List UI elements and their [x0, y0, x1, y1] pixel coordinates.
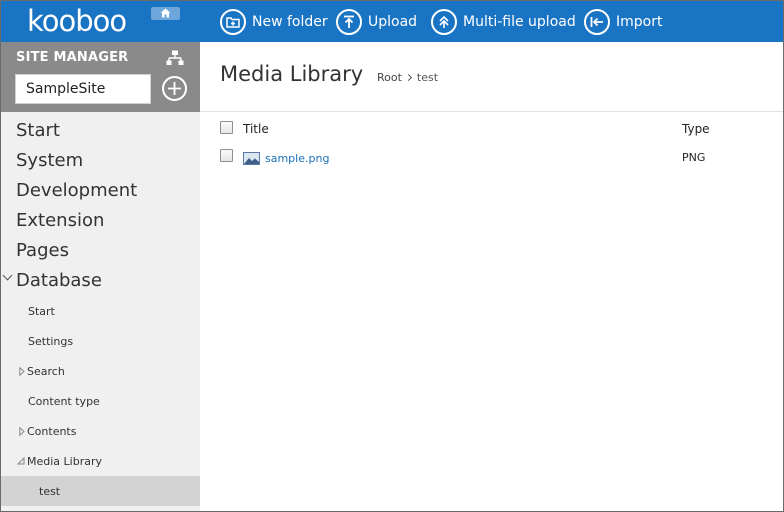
nav-item-extension[interactable]: Extension	[16, 210, 104, 231]
collapse-arrow-icon[interactable]	[16, 456, 25, 465]
plus-icon	[168, 82, 181, 95]
main-content: Media Library Root test Title Type sample…	[200, 42, 783, 511]
upload-label: Upload	[368, 13, 418, 30]
nav-subitem-settings[interactable]: Settings	[28, 335, 73, 348]
app-window: kooboo New folder Upload Multi-file uplo…	[0, 0, 784, 512]
nav-subitem-contents[interactable]: Contents	[19, 425, 76, 438]
column-header-type[interactable]: Type	[682, 122, 710, 136]
top-toolbar: kooboo New folder Upload Multi-file uplo…	[1, 1, 783, 42]
new-folder-label: New folder	[252, 13, 328, 30]
column-header-title[interactable]: Title	[243, 122, 269, 136]
import-label: Import	[616, 13, 663, 30]
nav-item-database[interactable]: Database	[16, 270, 102, 291]
image-file-icon	[243, 151, 260, 165]
upload-button[interactable]: Upload	[336, 1, 417, 42]
nav-item-pages[interactable]: Pages	[16, 240, 69, 261]
home-button[interactable]	[151, 7, 180, 20]
multi-file-upload-label: Multi-file upload	[463, 13, 576, 30]
select-all-checkbox[interactable]	[220, 121, 233, 134]
new-folder-icon	[220, 8, 246, 35]
nav-subitem-contents-label: Contents	[27, 425, 77, 438]
site-selector-field[interactable]: SampleSite	[15, 74, 151, 104]
expand-arrow-icon[interactable]	[19, 426, 25, 437]
kooboo-logo[interactable]: kooboo	[27, 5, 127, 38]
nav-subitem-test[interactable]: test	[39, 485, 60, 498]
sidebar: SITE MANAGER SampleSite Start System Dev…	[1, 42, 200, 511]
nav-subitem-media-library[interactable]: Media Library	[16, 455, 102, 468]
upload-icon	[336, 8, 362, 35]
page-title: Media Library	[220, 62, 364, 86]
new-folder-button[interactable]: New folder	[220, 1, 328, 42]
multi-upload-icon	[431, 8, 457, 35]
site-manager-header: SITE MANAGER SampleSite	[1, 42, 200, 112]
expand-arrow-icon[interactable]	[19, 366, 25, 377]
sitemap-icon[interactable]	[166, 50, 184, 66]
nav-subitem-content-type[interactable]: Content type	[28, 395, 100, 408]
table-row: sample.png	[243, 150, 329, 166]
header-divider	[200, 111, 783, 112]
nav-subitem-media-library-label: Media Library	[27, 455, 102, 468]
breadcrumb-root[interactable]: Root	[377, 71, 402, 84]
nav-subitem-search[interactable]: Search	[19, 365, 65, 378]
nav-item-system[interactable]: System	[16, 150, 83, 171]
file-name-link[interactable]: sample.png	[265, 152, 329, 165]
site-manager-title: SITE MANAGER	[16, 50, 129, 65]
chevron-right-icon	[404, 73, 412, 82]
home-icon	[160, 8, 171, 18]
nav-item-start[interactable]: Start	[16, 120, 60, 141]
breadcrumb: Root test	[377, 71, 438, 84]
import-button[interactable]: Import	[584, 1, 662, 42]
nav-item-development[interactable]: Development	[16, 180, 137, 201]
file-type-cell: PNG	[682, 151, 706, 164]
chevron-down-icon[interactable]	[2, 270, 13, 281]
nav-subitem-start[interactable]: Start	[28, 305, 55, 318]
row-checkbox[interactable]	[220, 149, 233, 162]
add-site-button[interactable]	[162, 76, 187, 101]
breadcrumb-current: test	[416, 71, 439, 84]
nav-subitem-search-label: Search	[27, 365, 65, 378]
multi-file-upload-button[interactable]: Multi-file upload	[431, 1, 576, 42]
import-icon	[584, 8, 610, 35]
nav-active-row[interactable]	[1, 476, 200, 506]
